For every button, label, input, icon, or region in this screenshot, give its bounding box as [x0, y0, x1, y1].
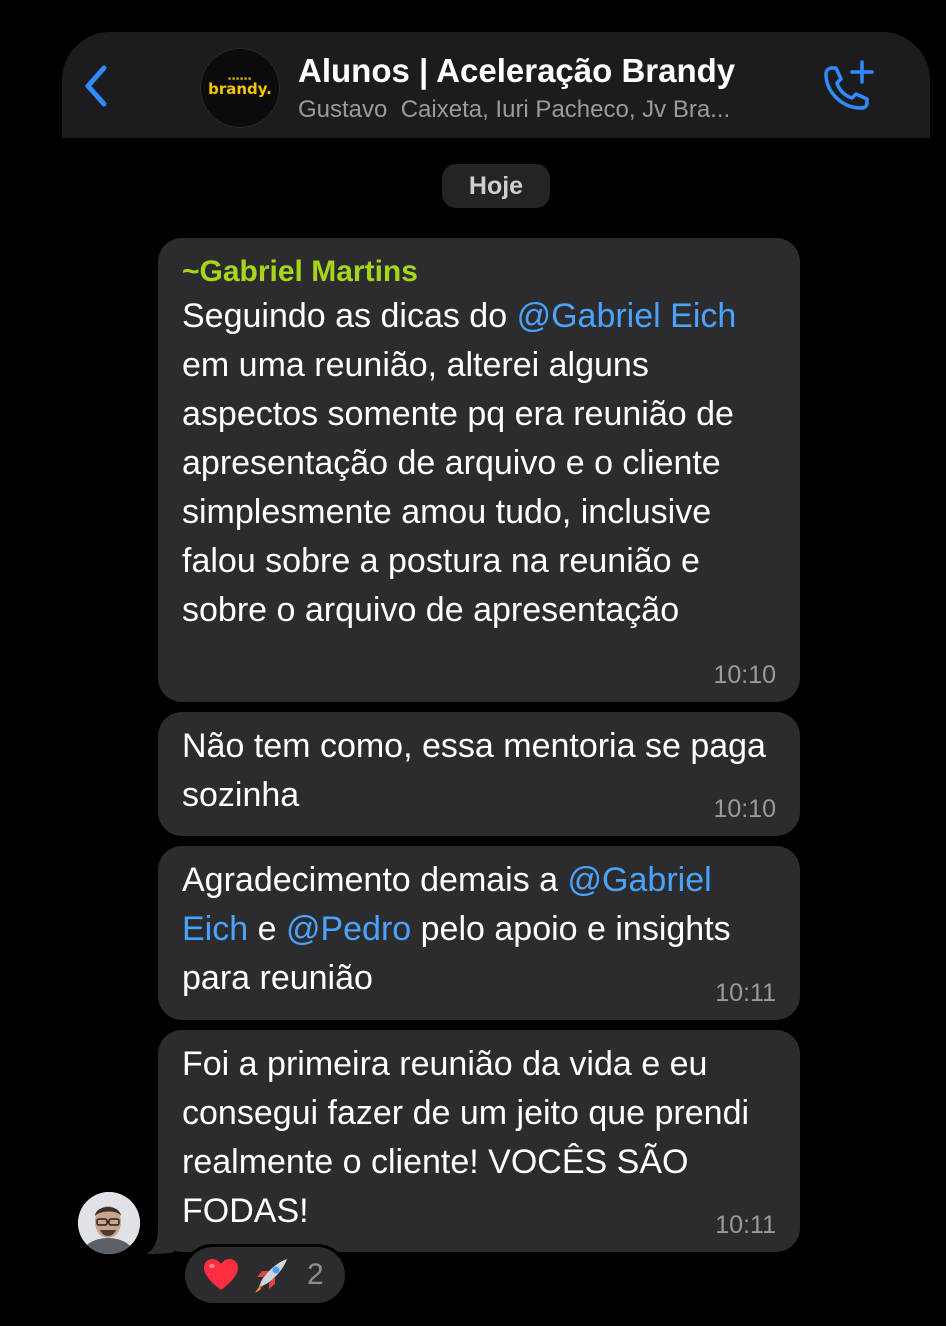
message-bubble-2[interactable]: Não tem como, essa mentoria se paga sozi… — [158, 712, 800, 836]
message-text: Agradecimento demais a @Gabriel Eich e @… — [182, 861, 731, 997]
message-bubble-1[interactable]: ~Gabriel Martins Seguindo as dicas do @G… — [158, 238, 800, 702]
chat-members[interactable]: Gustavo Caixeta, Iuri Pacheco, Jv Bra... — [298, 96, 730, 124]
message-time: 10:11 — [715, 1211, 776, 1239]
heart-icon — [204, 1259, 238, 1290]
message-text: Seguindo as dicas do @Gabriel Eich em um… — [182, 297, 737, 629]
message-bubble-3[interactable]: Agradecimento demais a @Gabriel Eich e @… — [158, 846, 800, 1020]
group-avatar[interactable]: ■■■■■■ brandy. — [200, 48, 280, 128]
user-avatar[interactable] — [78, 1192, 140, 1254]
message-text: Foi a primeira reunião da vida e eu cons… — [182, 1045, 750, 1230]
group-logo-text: brandy. — [208, 80, 272, 98]
rocket-icon — [255, 1259, 287, 1293]
chat-header: ■■■■■■ brandy. Alunos | Aceleração Brand… — [62, 32, 930, 138]
message-time: 10:11 — [715, 979, 776, 1007]
chat-title[interactable]: Alunos | Aceleração Brandy — [298, 52, 735, 90]
message-bubble-4[interactable]: Foi a primeira reunião da vida e eu cons… — [158, 1030, 800, 1252]
person-icon — [78, 1192, 140, 1254]
reactions-bar[interactable]: 2 — [182, 1244, 348, 1306]
message-time: 10:10 — [713, 661, 776, 689]
message-time: 10:10 — [713, 795, 776, 823]
message-text: Não tem como, essa mentoria se paga sozi… — [182, 727, 766, 814]
phone-plus-icon[interactable] — [818, 60, 876, 114]
date-separator: Hoje — [442, 164, 550, 208]
sender-name[interactable]: ~Gabriel Martins — [182, 252, 776, 292]
bubble-tail — [146, 1226, 174, 1254]
reaction-count: 2 — [307, 1258, 324, 1291]
mention-gabriel-eich[interactable]: @Gabriel Eich — [517, 297, 737, 335]
chevron-left-icon[interactable] — [78, 62, 114, 110]
mention-pedro[interactable]: @Pedro — [286, 910, 411, 948]
